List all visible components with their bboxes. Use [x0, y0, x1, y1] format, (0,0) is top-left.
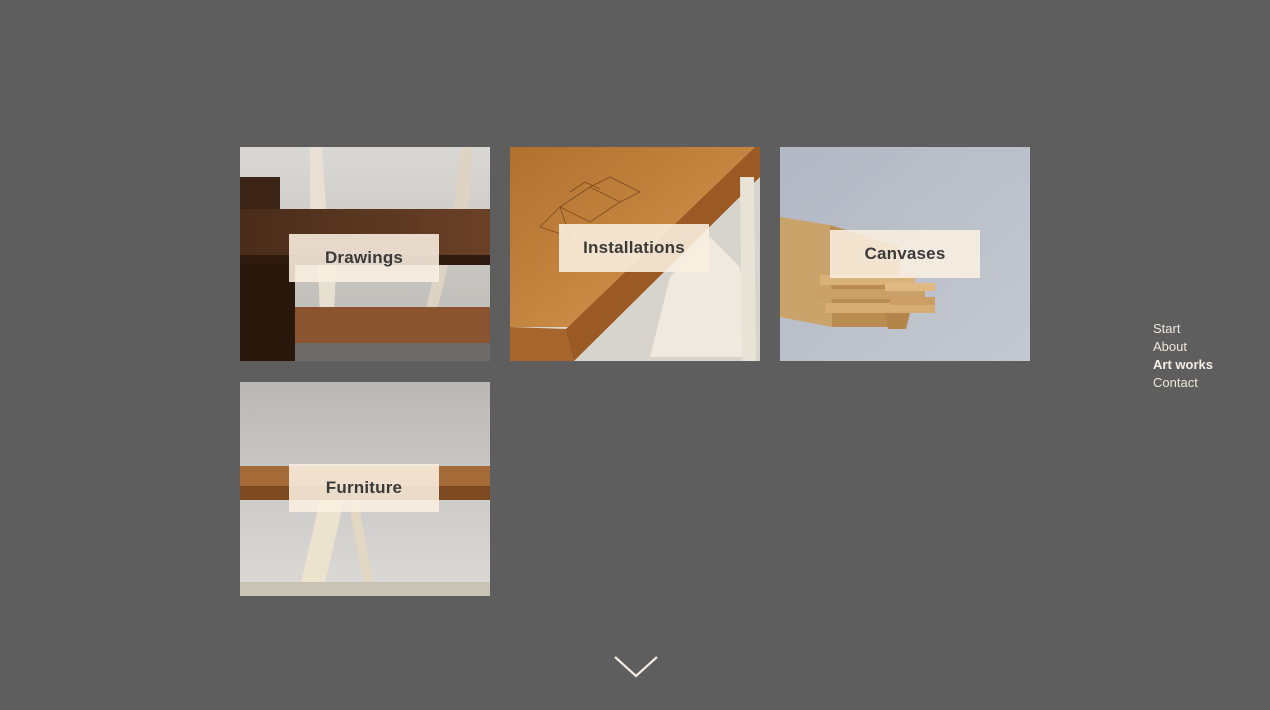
tile-label: Drawings — [289, 234, 439, 282]
tile-drawings[interactable]: Drawings — [240, 147, 490, 361]
side-nav: Start About Art works Contact — [1153, 320, 1213, 392]
tile-label: Furniture — [289, 464, 439, 512]
tile-furniture[interactable]: Furniture — [240, 382, 490, 596]
chevron-down-icon — [614, 656, 658, 678]
tile-label: Installations — [559, 224, 709, 272]
tile-installations[interactable]: Installations — [510, 147, 760, 361]
nav-item-about[interactable]: About — [1153, 338, 1213, 356]
nav-item-start[interactable]: Start — [1153, 320, 1213, 338]
scroll-down-button[interactable] — [612, 654, 660, 680]
nav-item-art-works[interactable]: Art works — [1153, 356, 1213, 374]
tile-label: Canvases — [830, 230, 980, 278]
page: Drawings Installations Canvases Furnitur… — [0, 0, 1270, 710]
nav-item-contact[interactable]: Contact — [1153, 374, 1213, 392]
tile-canvases[interactable]: Canvases — [780, 147, 1030, 361]
